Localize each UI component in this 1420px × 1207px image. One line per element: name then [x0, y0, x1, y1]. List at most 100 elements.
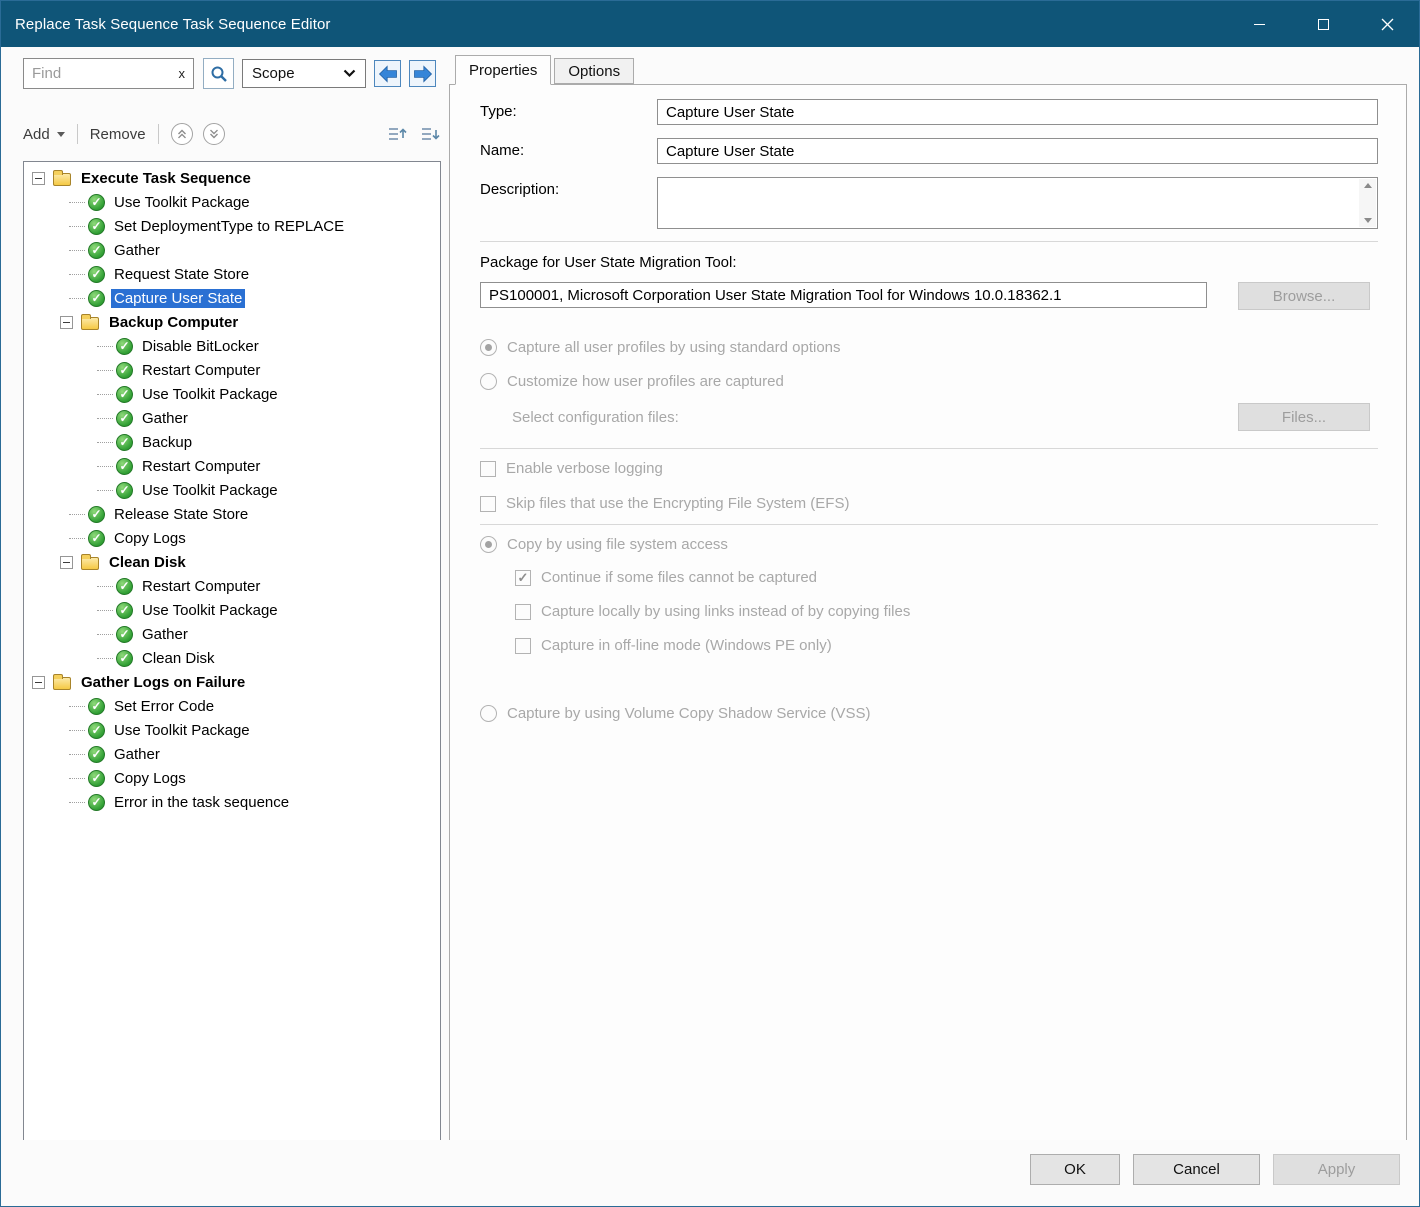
tree-step-row[interactable]: Request State Store: [24, 262, 440, 286]
ok-button[interactable]: OK: [1030, 1154, 1120, 1185]
checkbox-checked-icon: [515, 570, 531, 586]
tree-connector-line: [97, 490, 113, 491]
files-button[interactable]: Files...: [1238, 403, 1370, 431]
tree-step-row[interactable]: Copy Logs: [24, 766, 440, 790]
add-button[interactable]: Add: [23, 126, 65, 143]
tree-expander-icon[interactable]: [60, 556, 73, 569]
verbose-logging-label: Enable verbose logging: [506, 460, 663, 477]
radio-customize-profiles[interactable]: Customize how user profiles are captured: [480, 373, 1378, 390]
checkbox-skip-efs[interactable]: Skip files that use the Encrypting File …: [480, 495, 1378, 512]
tree-toolbar: Add Remove: [23, 119, 441, 149]
separator: [480, 448, 1378, 449]
tree-step-row[interactable]: Backup: [24, 430, 440, 454]
tree-step-row[interactable]: Restart Computer: [24, 454, 440, 478]
tree-item-label: Use Toolkit Package: [111, 193, 253, 212]
radio-capture-all-profiles[interactable]: Capture all user profiles by using stand…: [480, 339, 1378, 356]
radio-vss[interactable]: Capture by using Volume Copy Shadow Serv…: [480, 705, 1378, 722]
description-scrollbar[interactable]: [1359, 179, 1376, 227]
tree-step-row[interactable]: Use Toolkit Package: [24, 478, 440, 502]
collapse-all-button[interactable]: [386, 123, 408, 145]
name-input[interactable]: [657, 138, 1378, 164]
type-field-row: Type:: [480, 99, 1378, 125]
tree-expander-icon[interactable]: [32, 676, 45, 689]
back-arrow-icon: [377, 63, 399, 85]
tree-expander-icon[interactable]: [60, 316, 73, 329]
search-button[interactable]: [203, 58, 234, 89]
tree-step-row[interactable]: Capture User State: [24, 286, 440, 310]
checkbox-verbose-logging[interactable]: Enable verbose logging: [480, 460, 1378, 477]
capture-locally-label: Capture locally by using links instead o…: [541, 603, 910, 620]
tree-connector-line: [97, 394, 113, 395]
tree-step-row[interactable]: Use Toolkit Package: [24, 718, 440, 742]
step-success-check-icon: [116, 410, 133, 427]
radio-copy-file-system[interactable]: Copy by using file system access: [480, 536, 1378, 553]
tree-step-row[interactable]: Error in the task sequence: [24, 790, 440, 814]
tree-group-row[interactable]: Gather Logs on Failure: [24, 670, 440, 694]
tree-expander-icon[interactable]: [32, 172, 45, 185]
description-input[interactable]: [659, 179, 1357, 227]
find-clear-button[interactable]: x: [177, 66, 188, 81]
back-button[interactable]: [374, 60, 401, 87]
find-box: x: [23, 58, 194, 89]
checkbox-offline-mode[interactable]: Capture in off-line mode (Windows PE onl…: [480, 637, 1378, 654]
tree-step-row[interactable]: Set DeploymentType to REPLACE: [24, 214, 440, 238]
scroll-down-icon[interactable]: [1364, 218, 1372, 223]
forward-button[interactable]: [409, 60, 436, 87]
apply-button[interactable]: Apply: [1273, 1154, 1400, 1185]
tree-step-row[interactable]: Gather: [24, 238, 440, 262]
tree-step-row[interactable]: Use Toolkit Package: [24, 190, 440, 214]
find-input[interactable]: [32, 65, 177, 82]
checkbox-continue-on-error[interactable]: Continue if some files cannot be capture…: [480, 569, 1378, 586]
scroll-up-icon[interactable]: [1364, 183, 1372, 188]
task-sequence-tree: Execute Task Sequence Use Toolkit Package…: [23, 161, 441, 1141]
tab-options[interactable]: Options: [554, 58, 634, 84]
tree-step-row[interactable]: Gather: [24, 622, 440, 646]
cancel-button[interactable]: Cancel: [1133, 1154, 1260, 1185]
step-success-check-icon: [116, 434, 133, 451]
tab-strip: Properties Options: [455, 55, 637, 84]
tree-step-row[interactable]: Disable BitLocker: [24, 334, 440, 358]
tree-group-row[interactable]: Backup Computer: [24, 310, 440, 334]
details-panel: Properties Options Type: Name: Descripti…: [449, 47, 1419, 1206]
radio-selected-icon: [480, 339, 497, 356]
scope-dropdown[interactable]: Scope: [242, 59, 366, 88]
tree-step-row[interactable]: Use Toolkit Package: [24, 382, 440, 406]
remove-button[interactable]: Remove: [90, 126, 146, 143]
minimize-button[interactable]: [1227, 1, 1291, 47]
scope-value: Scope: [252, 65, 343, 82]
tree-group-row[interactable]: Execute Task Sequence: [24, 166, 440, 190]
move-up-button[interactable]: [171, 123, 193, 145]
tree-connector-line: [69, 778, 85, 779]
tree-step-row[interactable]: Gather: [24, 406, 440, 430]
browse-button[interactable]: Browse...: [1238, 282, 1370, 310]
tree-step-row[interactable]: Restart Computer: [24, 574, 440, 598]
maximize-button[interactable]: [1291, 1, 1355, 47]
tree-item-label: Copy Logs: [111, 529, 189, 548]
window-title: Replace Task Sequence Task Sequence Edit…: [1, 16, 1227, 33]
minimize-icon: [1254, 24, 1265, 25]
tree-step-row[interactable]: Clean Disk: [24, 646, 440, 670]
type-input[interactable]: [657, 99, 1378, 125]
close-button[interactable]: [1355, 1, 1419, 47]
checkbox-capture-locally[interactable]: Capture locally by using links instead o…: [480, 603, 1378, 620]
chevron-down-icon: [343, 69, 356, 78]
tab-properties[interactable]: Properties: [455, 55, 551, 85]
package-input[interactable]: [480, 282, 1207, 308]
tree-step-row[interactable]: Use Toolkit Package: [24, 598, 440, 622]
move-down-button[interactable]: [203, 123, 225, 145]
tree-step-row[interactable]: Gather: [24, 742, 440, 766]
step-success-check-icon: [116, 482, 133, 499]
tree-group-row[interactable]: Clean Disk: [24, 550, 440, 574]
tree-connector-line: [97, 466, 113, 467]
tree-item-label: Execute Task Sequence: [78, 169, 254, 188]
radio-selected-icon: [480, 536, 497, 553]
tree-connector-line: [69, 754, 85, 755]
tree-connector-line: [97, 658, 113, 659]
step-success-check-icon: [116, 362, 133, 379]
tree-step-row[interactable]: Copy Logs: [24, 526, 440, 550]
tree-step-row[interactable]: Release State Store: [24, 502, 440, 526]
tree-step-row[interactable]: Restart Computer: [24, 358, 440, 382]
tree-connector-line: [97, 346, 113, 347]
tree-step-row[interactable]: Set Error Code: [24, 694, 440, 718]
expand-all-button[interactable]: [419, 123, 441, 145]
